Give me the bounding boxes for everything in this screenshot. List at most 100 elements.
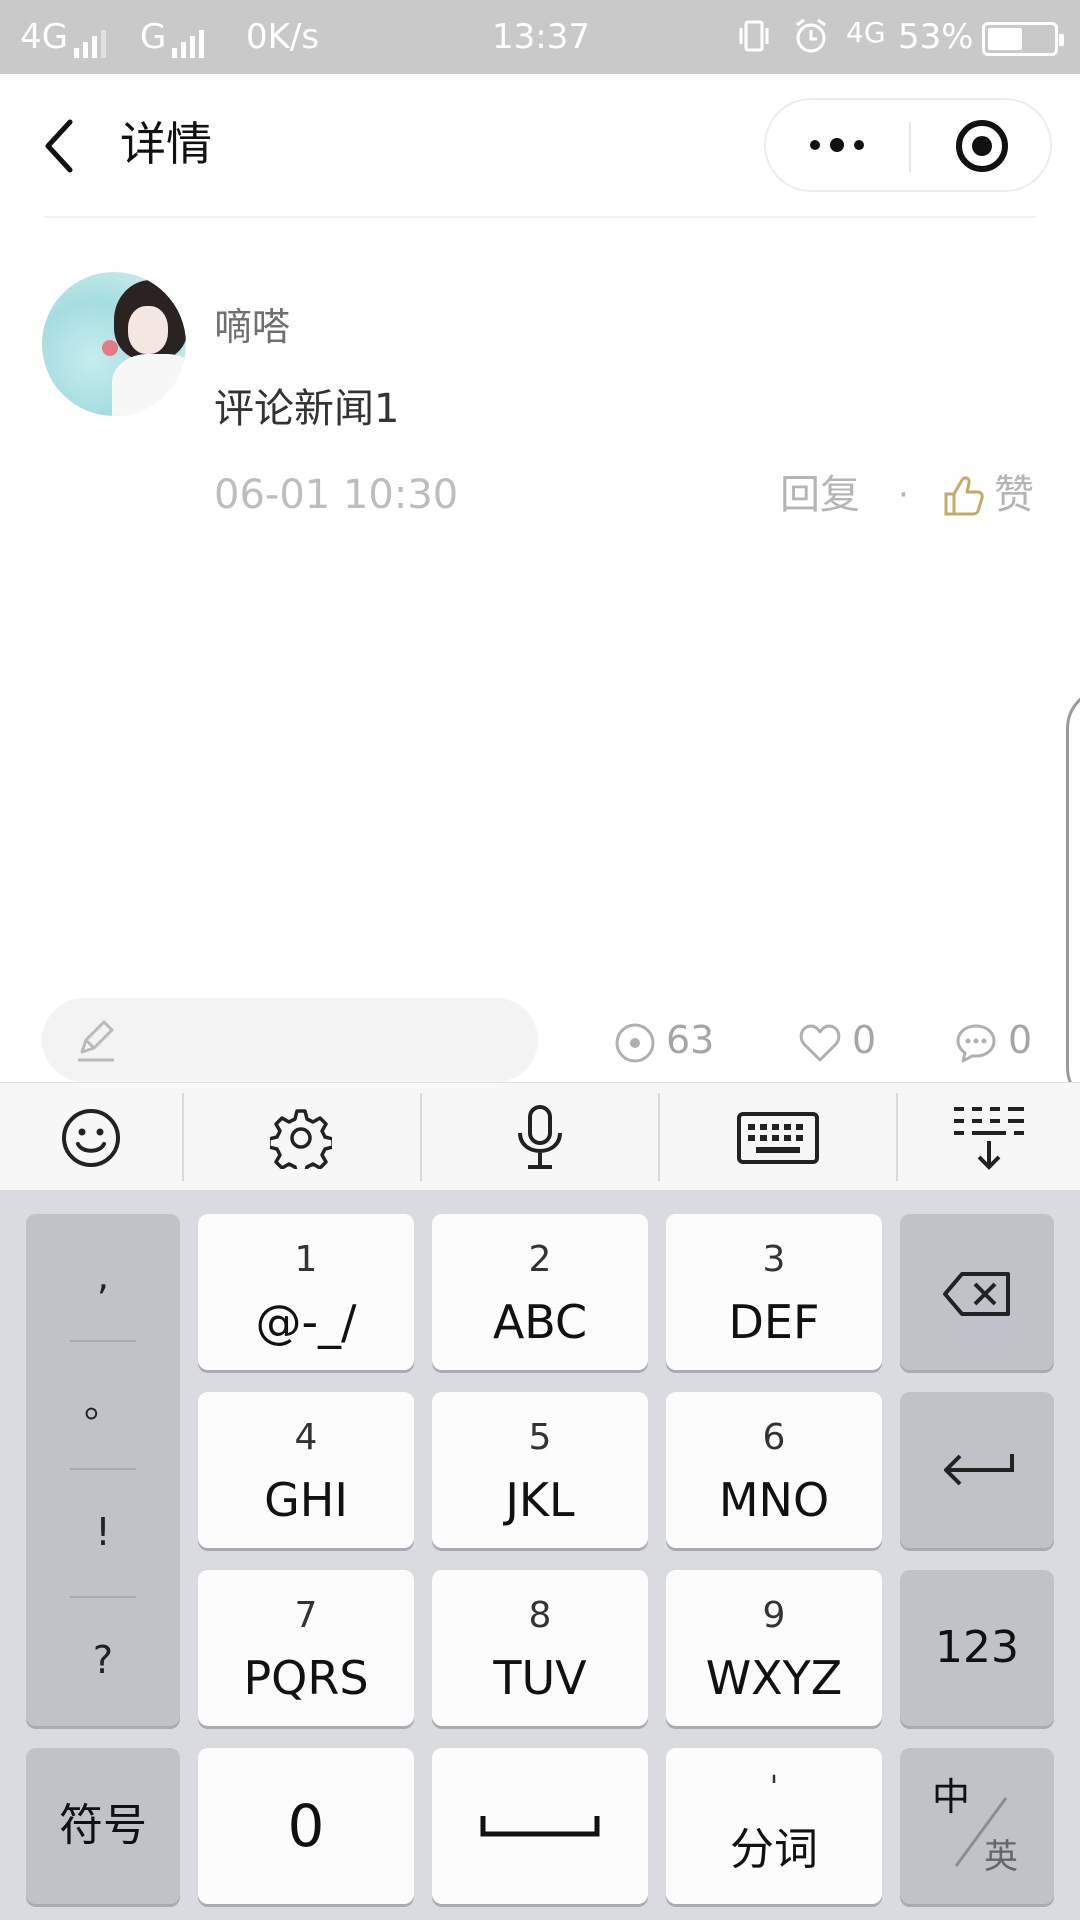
split-word-label: 分词: [730, 1824, 818, 1875]
reply-button[interactable]: 回复: [780, 468, 860, 522]
mini-program-capsule: [764, 98, 1052, 192]
key-number: 1: [294, 1239, 318, 1280]
numeric-mode-key[interactable]: 123: [900, 1570, 1054, 1726]
punct-key[interactable]: 。: [26, 1342, 180, 1466]
key-number: 5: [528, 1417, 552, 1458]
battery-percent: 53%: [898, 17, 974, 57]
t9-keyboard: , 。 ! ? 1 @-_/ 2 ABC 3 DEF 4 GHI 5 JKL 6…: [0, 1190, 1080, 1920]
network-speed: 0K/s: [246, 17, 320, 57]
like-count[interactable]: 0: [798, 1010, 876, 1070]
back-icon[interactable]: [40, 116, 80, 176]
key-letters: @-_/: [255, 1295, 357, 1349]
vibrate-icon: [736, 16, 772, 66]
battery-icon: [982, 22, 1064, 56]
view-count: 63: [614, 1010, 714, 1070]
key-number: 9: [762, 1595, 786, 1636]
nav-bar: 详情: [0, 74, 1080, 219]
key-5[interactable]: 5 JKL: [432, 1392, 648, 1548]
alarm-icon: [792, 16, 830, 66]
separator-dot: ·: [898, 475, 909, 515]
key-number: 2: [528, 1239, 552, 1280]
status-bar: 4G G 0K/s 13:37 4G 53%: [0, 0, 1080, 74]
keyboard-switch-button[interactable]: [660, 1083, 896, 1191]
sim1-signal: 4G: [20, 16, 110, 58]
comment-count-value: 0: [1008, 1018, 1033, 1062]
enter-arrow-icon: [944, 1454, 1014, 1486]
signal-bars-icon: [73, 16, 110, 58]
key-letters: PQRS: [243, 1651, 369, 1705]
enter-key[interactable]: [900, 1392, 1054, 1548]
heart-icon: [799, 1024, 841, 1061]
sim2-network-label: G: [140, 17, 167, 57]
language-switch-key[interactable]: 中 英: [900, 1748, 1054, 1904]
emoji-button[interactable]: [0, 1083, 182, 1191]
voice-input-button[interactable]: [422, 1083, 658, 1191]
pencil-icon: [72, 1016, 120, 1068]
key-letters: GHI: [264, 1473, 348, 1527]
symbol-key-label: 符号: [59, 1800, 147, 1851]
thumbs-up-icon: [944, 476, 984, 516]
punct-key[interactable]: ,: [26, 1214, 180, 1338]
punct-key[interactable]: ?: [26, 1598, 180, 1722]
hide-keyboard-button[interactable]: [898, 1083, 1080, 1191]
view-count-value: 63: [666, 1018, 715, 1062]
hide-keyboard-icon: [954, 1107, 1024, 1170]
symbol-key[interactable]: 符号: [26, 1748, 180, 1904]
key-letters: DEF: [728, 1295, 820, 1349]
key-zero-label: 0: [287, 1792, 325, 1860]
sim2-signal: G: [140, 16, 208, 58]
key-7[interactable]: 7 PQRS: [198, 1570, 414, 1726]
avatar[interactable]: [42, 272, 186, 416]
space-bar-icon: [480, 1816, 600, 1837]
lang-en-label: 英: [984, 1837, 1018, 1877]
key-1[interactable]: 1 @-_/: [198, 1214, 414, 1370]
backspace-icon: [943, 1272, 1010, 1316]
more-button[interactable]: [766, 100, 908, 190]
key-0[interactable]: 0: [198, 1748, 414, 1904]
punctuation-column: , 。 ! ?: [26, 1214, 180, 1726]
keyboard-toolbar: [0, 1082, 1080, 1190]
key-letters: JKL: [505, 1473, 575, 1527]
side-drawer-handle[interactable]: [1066, 688, 1080, 1108]
key-letters: MNO: [718, 1473, 830, 1527]
settings-gear-icon: [270, 1109, 332, 1169]
like-count-value: 0: [852, 1018, 877, 1062]
backspace-key[interactable]: [900, 1214, 1054, 1370]
key-9[interactable]: 9 WXYZ: [666, 1570, 882, 1726]
comment-count[interactable]: 0: [954, 1010, 1032, 1070]
key-number: 7: [294, 1595, 318, 1636]
like-button[interactable]: 赞: [940, 464, 1040, 524]
close-button[interactable]: [912, 100, 1052, 190]
split-word-key[interactable]: ' 分词: [666, 1748, 882, 1904]
network-type-right: 4G: [846, 16, 886, 49]
key-4[interactable]: 4 GHI: [198, 1392, 414, 1548]
key-3[interactable]: 3 DEF: [666, 1214, 882, 1370]
space-key[interactable]: [432, 1748, 648, 1904]
views-icon: [615, 1023, 655, 1062]
key-number: 3: [762, 1239, 786, 1280]
microphone-icon: [518, 1105, 562, 1169]
punct-key[interactable]: !: [26, 1470, 180, 1594]
numeric-mode-label: 123: [935, 1622, 1019, 1673]
comment-timestamp: 06-01 10:30: [214, 472, 459, 518]
capsule-divider: [909, 122, 911, 172]
like-label: 赞: [994, 472, 1034, 518]
key-2[interactable]: 2 ABC: [432, 1214, 648, 1370]
divider: [44, 216, 1036, 218]
comment-text: 评论新闻1: [214, 386, 400, 432]
key-number: 6: [762, 1417, 786, 1458]
settings-button[interactable]: [184, 1083, 420, 1191]
sim1-network-label: 4G: [20, 17, 68, 57]
clock: 13:37: [492, 17, 590, 57]
key-8[interactable]: 8 TUV: [432, 1570, 648, 1726]
signal-bars-icon: [172, 16, 208, 58]
key-number: 8: [528, 1595, 552, 1636]
comment-bubble-icon: [956, 1024, 996, 1062]
split-mark: ': [769, 1770, 779, 1805]
key-letters: ABC: [492, 1295, 588, 1349]
emoji-icon: [62, 1109, 120, 1167]
comment-input[interactable]: [42, 998, 538, 1082]
key-letters: TUV: [493, 1651, 587, 1705]
key-6[interactable]: 6 MNO: [666, 1392, 882, 1548]
comment-user-name: 嘀嗒: [214, 305, 291, 349]
